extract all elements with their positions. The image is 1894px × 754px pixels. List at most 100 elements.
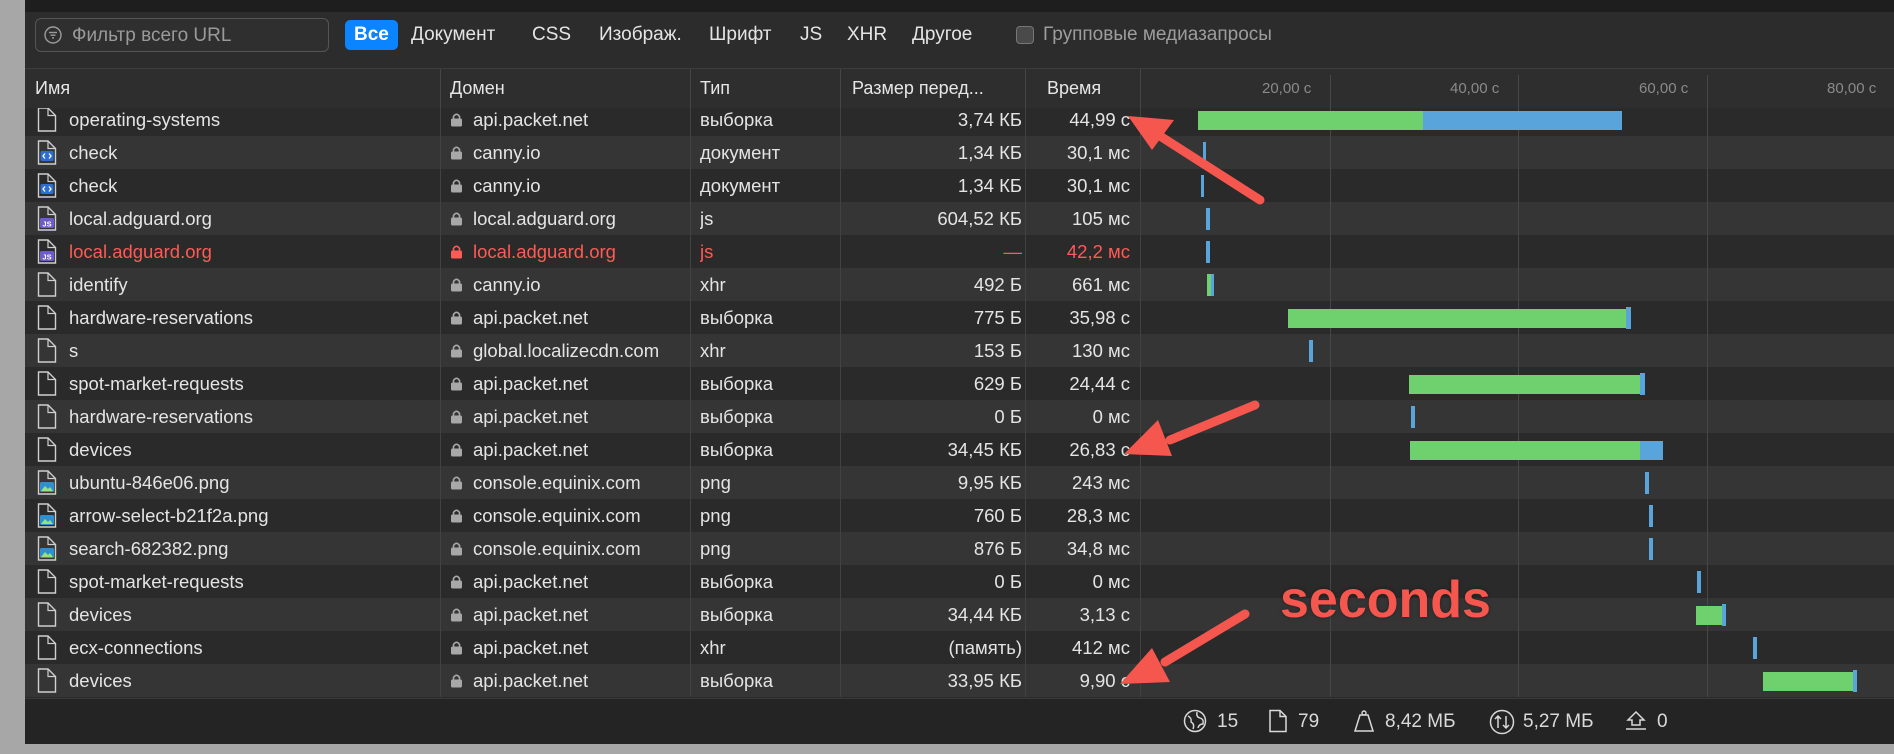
waterfall-cell — [1141, 367, 1894, 400]
column-divider[interactable] — [840, 69, 841, 108]
timing-bar-receiving[interactable] — [1206, 241, 1210, 263]
column-divider — [440, 108, 441, 136]
timing-bar-receiving[interactable] — [1853, 670, 1857, 692]
timing-bar-waiting[interactable] — [1410, 441, 1640, 460]
image-file-icon — [37, 503, 57, 528]
filter-tab-xhr[interactable]: XHR — [838, 20, 896, 50]
filter-tab-fonts[interactable]: Шрифт — [700, 20, 781, 50]
weight-icon — [1353, 710, 1375, 732]
url-filter-field[interactable] — [35, 18, 329, 52]
timeline-tick-label: 20,00 с — [1262, 80, 1312, 97]
timing-bar-waiting[interactable] — [1763, 672, 1853, 691]
timeline-grid-line — [1330, 664, 1331, 697]
footer-resources: 79 — [1268, 699, 1319, 744]
timing-bar-waiting[interactable] — [1288, 309, 1626, 328]
group-media-checkbox[interactable] — [1016, 26, 1034, 44]
column-divider[interactable] — [440, 69, 441, 108]
timeline-tick-label: 40,00 с — [1450, 80, 1500, 97]
timing-bar-receiving[interactable] — [1203, 142, 1206, 164]
timing-bar-receiving[interactable] — [1722, 604, 1726, 626]
request-time: 26,83 с — [1069, 439, 1130, 460]
request-type: выборка — [700, 109, 774, 130]
column-header-time[interactable]: Время — [1047, 69, 1101, 108]
timing-bar-receiving[interactable] — [1697, 571, 1701, 593]
column-divider — [440, 301, 441, 334]
request-type: документ — [700, 175, 781, 196]
timing-bar-waiting[interactable] — [1198, 111, 1423, 130]
timeline-grid-line — [1330, 631, 1331, 664]
table-row[interactable]: hardware-reservations api.packet.net выбор… — [25, 400, 1894, 433]
filter-tab-all[interactable]: Все — [345, 20, 398, 50]
column-divider[interactable] — [690, 69, 691, 108]
waterfall-cell — [1141, 532, 1894, 565]
waterfall-cell — [1141, 466, 1894, 499]
request-time: 0 мс — [1092, 406, 1130, 427]
footer-redirects: 0 — [1623, 699, 1668, 744]
timing-bar-waiting[interactable] — [1409, 375, 1640, 394]
table-row[interactable]: operating-systems api.packet.net выборка 3,… — [25, 108, 1894, 136]
request-type: xhr — [700, 340, 726, 361]
timing-bar-receiving[interactable] — [1645, 472, 1649, 494]
filter-tab-js[interactable]: JS — [791, 20, 831, 50]
table-row[interactable]: check canny.io документ 1,34 КБ 30,1 мс — [25, 169, 1894, 202]
request-domain: global.localizecdn.com — [473, 340, 660, 361]
request-domain: console.equinix.com — [473, 505, 641, 526]
lock-icon — [451, 146, 462, 160]
waterfall-cell — [1141, 136, 1894, 169]
timing-bar-receiving[interactable] — [1649, 505, 1653, 527]
table-row[interactable]: JS local.adguard.org local.adguard.org js 60… — [25, 202, 1894, 235]
timeline-grid-line — [1707, 268, 1708, 301]
filter-tab-other[interactable]: Другое — [903, 20, 981, 50]
filter-tab-css[interactable]: CSS — [523, 20, 580, 50]
timing-bar-receiving[interactable] — [1206, 208, 1210, 230]
filter-tab-document[interactable]: Документ — [402, 20, 504, 50]
column-header-name[interactable]: Имя — [35, 69, 70, 108]
lock-icon — [451, 476, 462, 490]
column-header-type[interactable]: Тип — [700, 69, 730, 108]
timeline-grid-line — [1330, 202, 1331, 235]
timing-bar-receiving[interactable] — [1201, 175, 1204, 197]
filter-toolbar: Все Документ CSS Изображ. Шрифт JS XHR Д… — [25, 12, 1894, 69]
table-row[interactable]: arrow-select-b21f2a.png console.equinix.c… — [25, 499, 1894, 532]
timing-bar-receiving[interactable] — [1640, 441, 1663, 460]
waterfall-cell — [1141, 400, 1894, 433]
lock-icon — [451, 113, 462, 127]
table-row[interactable]: spot-market-requests api.packet.net выборк… — [25, 367, 1894, 400]
column-divider — [690, 598, 691, 631]
table-row[interactable]: JS local.adguard.org local.adguard.org js — 4… — [25, 235, 1894, 268]
column-divider — [1025, 532, 1026, 565]
table-row[interactable]: s global.localizecdn.com xhr 153 Б 130 мс — [25, 334, 1894, 367]
lock-icon — [451, 542, 462, 556]
table-row[interactable]: hardware-reservations api.packet.net выбор… — [25, 301, 1894, 334]
column-header-domain[interactable]: Домен — [450, 69, 505, 108]
table-row[interactable]: devices api.packet.net выборка 34,45 КБ 26,8… — [25, 433, 1894, 466]
column-divider — [840, 466, 841, 499]
filter-tab-images[interactable]: Изображ. — [590, 20, 691, 50]
timing-bar-receiving[interactable] — [1211, 274, 1214, 296]
timing-bar-receiving[interactable] — [1649, 538, 1653, 560]
table-row[interactable]: ecx-connections api.packet.net xhr (память)… — [25, 631, 1894, 664]
table-row[interactable]: search-682382.png console.equinix.com png 8… — [25, 532, 1894, 565]
column-divider[interactable] — [1140, 69, 1141, 108]
request-type: выборка — [700, 571, 774, 592]
url-filter-input[interactable] — [70, 22, 324, 50]
request-time: 130 мс — [1072, 340, 1130, 361]
table-row[interactable]: identify canny.io xhr 492 Б 661 мс — [25, 268, 1894, 301]
table-row[interactable]: devices api.packet.net выборка 33,95 КБ 9,90… — [25, 664, 1894, 697]
timing-bar-receiving[interactable] — [1626, 307, 1631, 329]
timing-bar-receiving[interactable] — [1423, 111, 1622, 130]
request-time: 9,90 с — [1079, 670, 1130, 691]
table-row[interactable]: ubuntu-846e06.png console.equinix.com png 9… — [25, 466, 1894, 499]
timing-bar-receiving[interactable] — [1309, 340, 1313, 362]
column-header-size[interactable]: Размер перед... — [852, 69, 984, 108]
table-row[interactable]: devices api.packet.net выборка 34,44 КБ 3,13… — [25, 598, 1894, 631]
timing-bar-receiving[interactable] — [1411, 406, 1415, 428]
table-row[interactable]: spot-market-requests api.packet.net выборк… — [25, 565, 1894, 598]
timing-bar-waiting[interactable] — [1696, 606, 1722, 625]
request-name: devices — [69, 439, 132, 460]
timing-bar-receiving[interactable] — [1640, 373, 1645, 395]
column-divider[interactable] — [1025, 69, 1026, 108]
file-icon — [37, 404, 57, 429]
timing-bar-receiving[interactable] — [1753, 637, 1757, 659]
table-row[interactable]: check canny.io документ 1,34 КБ 30,1 мс — [25, 136, 1894, 169]
